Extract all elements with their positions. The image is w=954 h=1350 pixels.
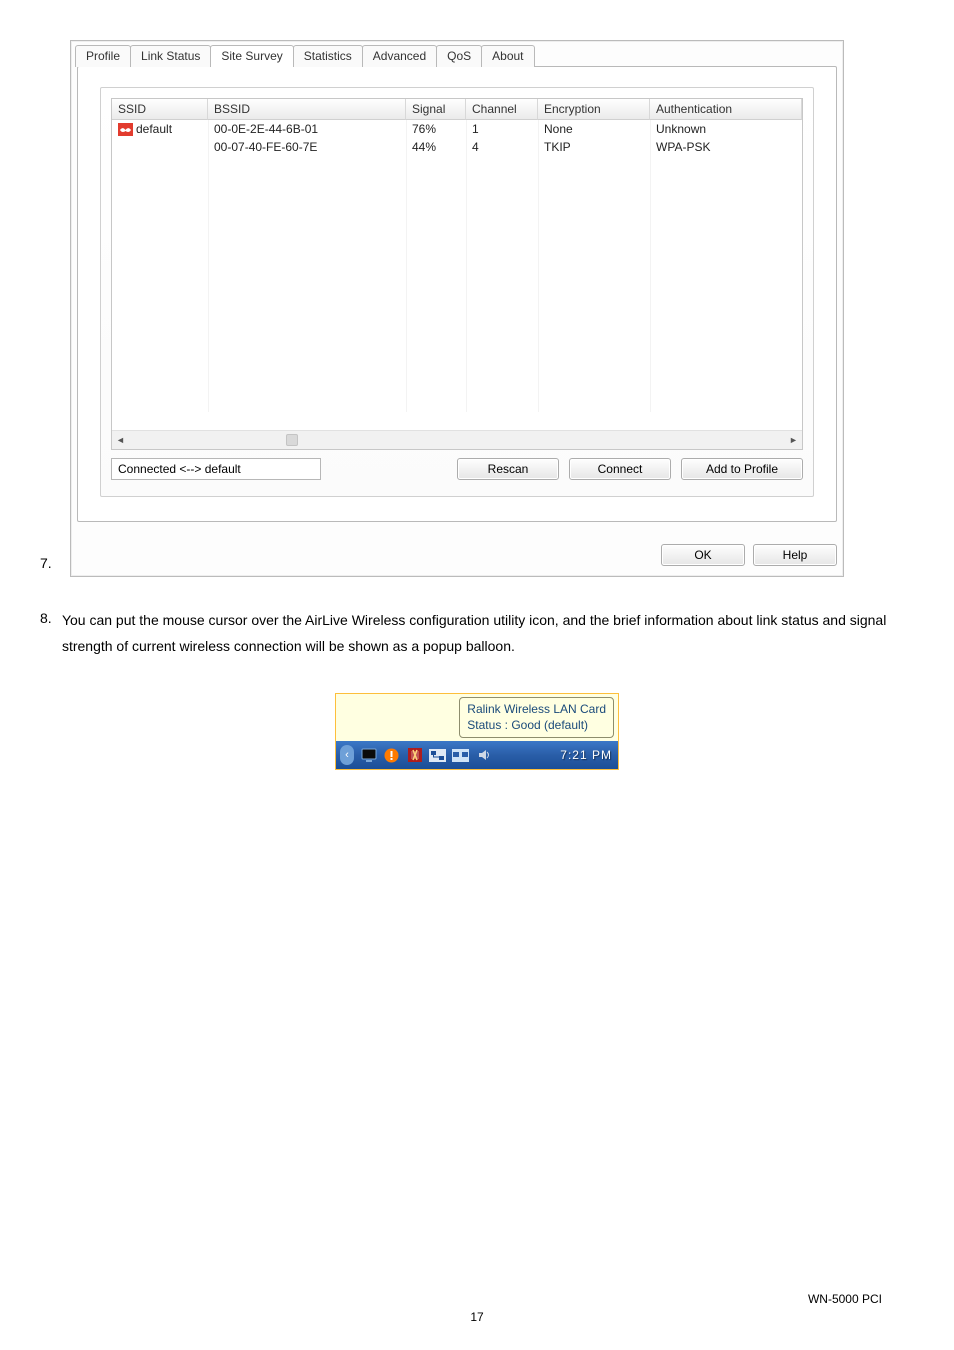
add-to-profile-button[interactable]: Add to Profile	[681, 458, 803, 480]
listview-headers: SSID BSSID Signal Channel Encryption Aut…	[112, 99, 802, 120]
cell-encryption: None	[538, 122, 650, 136]
tab-site-survey[interactable]: Site Survey	[210, 45, 293, 67]
header-ssid[interactable]: SSID	[112, 99, 208, 120]
instruction-text: You can put the mouse cursor over the Ai…	[62, 607, 914, 659]
connection-status-field: Connected <--> default	[111, 458, 321, 480]
tab-strip: Profile Link Status Site Survey Statisti…	[75, 45, 837, 67]
cell-channel: 4	[466, 140, 538, 154]
tab-advanced[interactable]: Advanced	[362, 45, 437, 67]
cell-authentication: WPA-PSK	[650, 140, 802, 154]
volume-icon[interactable]	[475, 747, 492, 764]
list-number-8: 8.	[40, 607, 56, 659]
balloon-line-2: Status : Good (default)	[467, 717, 606, 733]
cell-signal: 44%	[406, 140, 466, 154]
listview-hscrollbar[interactable]: ◄ ►	[112, 430, 802, 449]
network-group: SSID BSSID Signal Channel Encryption Aut…	[100, 87, 814, 497]
cell-authentication: Unknown	[650, 122, 802, 136]
list-number-7: 7.	[40, 553, 64, 577]
help-button[interactable]: Help	[753, 544, 837, 566]
tab-profile[interactable]: Profile	[75, 45, 131, 67]
config-dialog: Profile Link Status Site Survey Statisti…	[70, 40, 844, 577]
scroll-track[interactable]	[129, 432, 785, 448]
network-listview[interactable]: SSID BSSID Signal Channel Encryption Aut…	[111, 98, 803, 450]
tray-expand-icon[interactable]: ‹	[340, 745, 354, 765]
table-row[interactable]: 00-07-40-FE-60-7E 44% 4 TKIP WPA-PSK	[112, 138, 802, 156]
tray-screenshot: Ralink Wireless LAN Card Status : Good (…	[335, 693, 619, 770]
tab-panel-site-survey: SSID BSSID Signal Channel Encryption Aut…	[77, 66, 837, 522]
scroll-left-icon[interactable]: ◄	[112, 432, 129, 448]
tooltip-balloon: Ralink Wireless LAN Card Status : Good (…	[459, 697, 614, 738]
monitor-icon[interactable]	[360, 747, 377, 764]
header-channel[interactable]: Channel	[466, 99, 538, 120]
rescan-button[interactable]: Rescan	[457, 458, 559, 480]
page-number: 17	[0, 1310, 954, 1324]
scroll-right-icon[interactable]: ►	[785, 432, 802, 448]
listview-body: default 00-0E-2E-44-6B-01 76% 1 None Unk…	[112, 120, 802, 430]
cell-ssid: default	[136, 122, 172, 136]
taskbar: ‹ 7:21 PM	[336, 741, 618, 769]
taskbar-clock: 7:21 PM	[560, 748, 612, 762]
ok-button[interactable]: OK	[661, 544, 745, 566]
header-bssid[interactable]: BSSID	[208, 99, 406, 120]
product-label: WN-5000 PCI	[808, 1292, 882, 1306]
cell-bssid: 00-07-40-FE-60-7E	[208, 140, 406, 154]
header-encryption[interactable]: Encryption	[538, 99, 650, 120]
tab-statistics[interactable]: Statistics	[293, 45, 363, 67]
lan-icon[interactable]	[429, 747, 446, 764]
header-authentication[interactable]: Authentication	[650, 99, 802, 120]
cell-channel: 1	[466, 122, 538, 136]
antivirus-icon[interactable]	[406, 747, 423, 764]
cell-encryption: TKIP	[538, 140, 650, 154]
table-row[interactable]: default 00-0E-2E-44-6B-01 76% 1 None Unk…	[112, 120, 802, 138]
cell-bssid: 00-0E-2E-44-6B-01	[208, 122, 406, 136]
network-icon[interactable]	[452, 747, 469, 764]
cell-signal: 76%	[406, 122, 466, 136]
handshake-icon	[118, 123, 133, 136]
tab-about[interactable]: About	[481, 45, 534, 67]
tab-qos[interactable]: QoS	[436, 45, 482, 67]
balloon-line-1: Ralink Wireless LAN Card	[467, 701, 606, 717]
connect-button[interactable]: Connect	[569, 458, 671, 480]
tab-link-status[interactable]: Link Status	[130, 45, 211, 67]
header-signal[interactable]: Signal	[406, 99, 466, 120]
alert-icon[interactable]	[383, 747, 400, 764]
